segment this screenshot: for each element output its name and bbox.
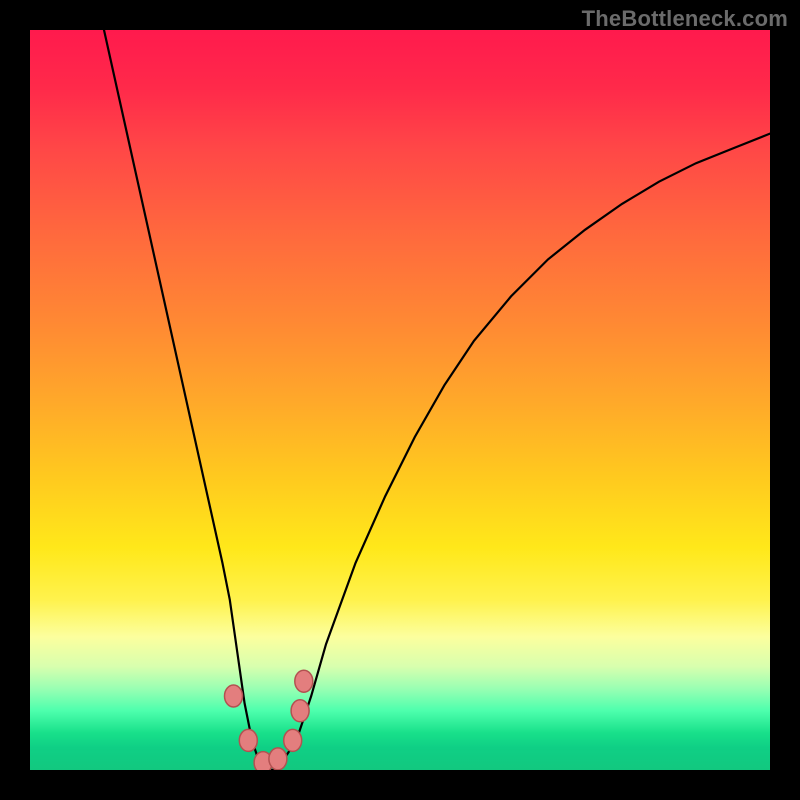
- curve-markers: [225, 670, 313, 770]
- curve-marker: [295, 670, 313, 692]
- curve-marker: [239, 729, 257, 751]
- curve-marker: [284, 729, 302, 751]
- curve-marker: [225, 685, 243, 707]
- curve-marker: [291, 700, 309, 722]
- bottleneck-curve-path: [104, 30, 770, 770]
- bottleneck-curve-svg: [30, 30, 770, 770]
- watermark-text: TheBottleneck.com: [582, 6, 788, 32]
- chart-plot-area: [30, 30, 770, 770]
- curve-marker: [269, 748, 287, 770]
